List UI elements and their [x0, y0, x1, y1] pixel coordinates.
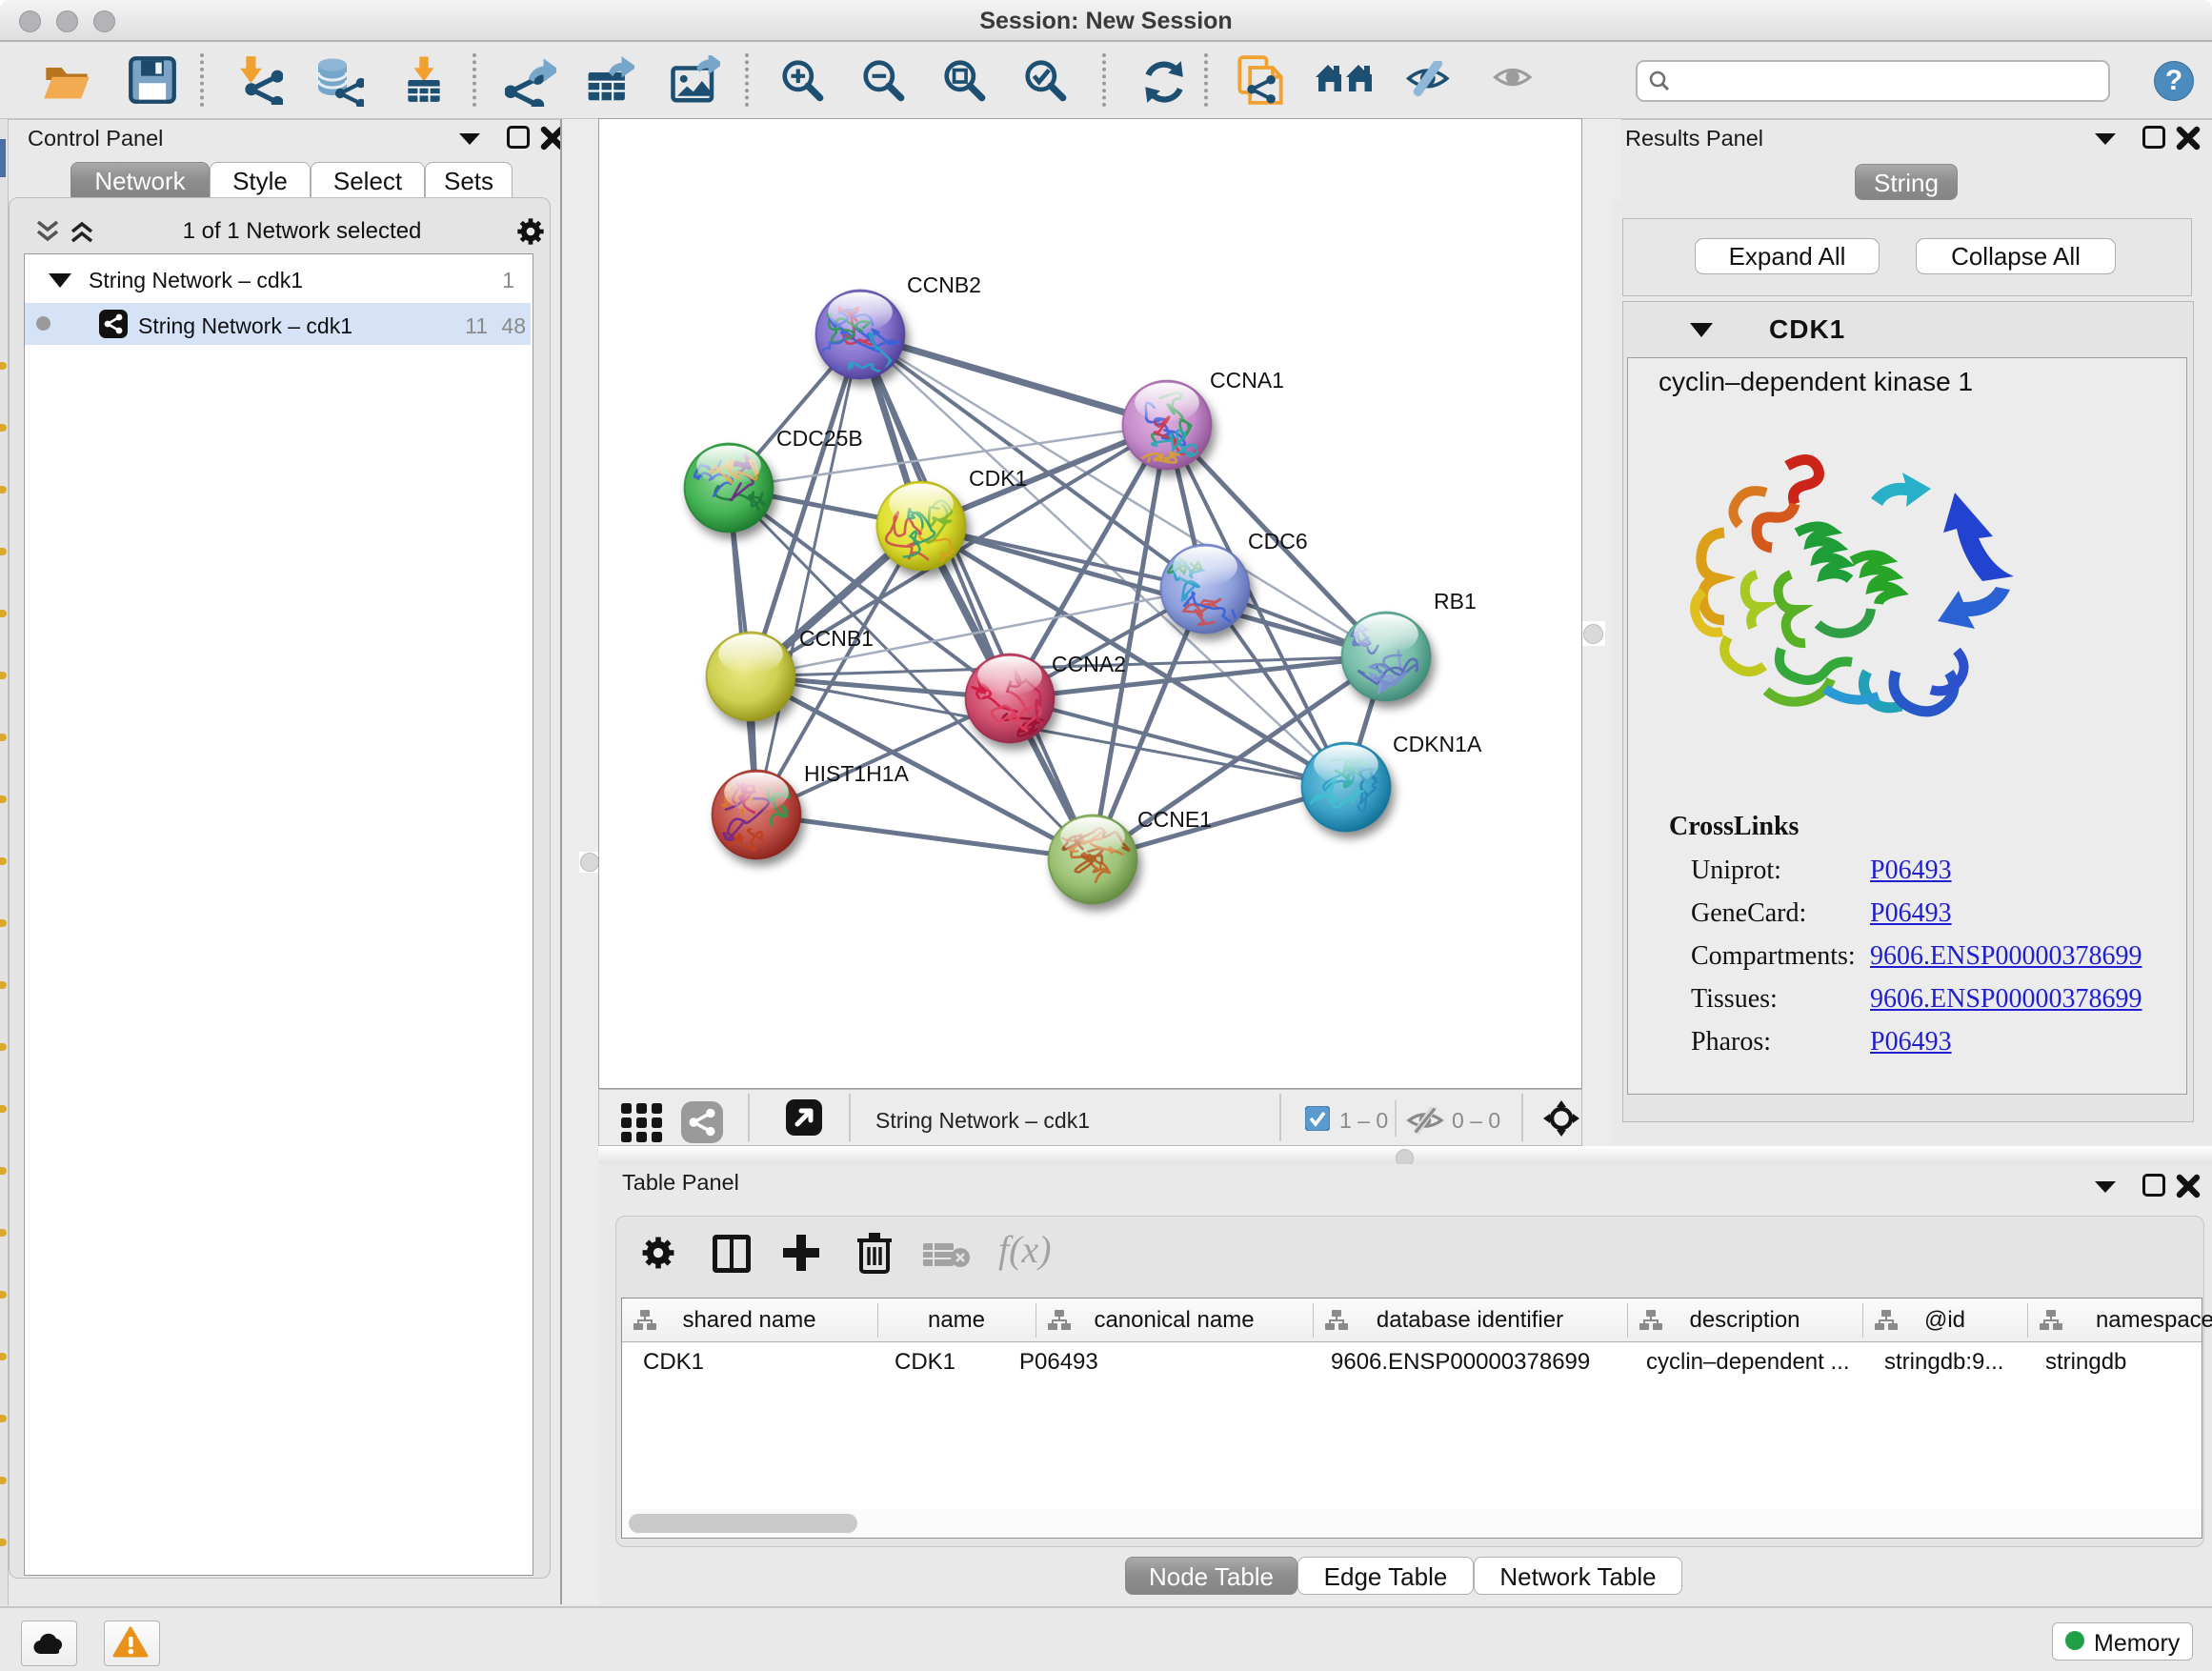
svg-text:CCNB2: CCNB2 — [907, 272, 981, 297]
svg-text:CCNA2: CCNA2 — [1052, 652, 1126, 676]
svg-text:CCNE1: CCNE1 — [1137, 807, 1212, 832]
svg-text:CDK1: CDK1 — [969, 466, 1027, 491]
svg-text:CCNA1: CCNA1 — [1210, 368, 1284, 393]
svg-text:CCNB1: CCNB1 — [799, 626, 874, 651]
svg-text:CDC6: CDC6 — [1248, 529, 1308, 554]
svg-text:RB1: RB1 — [1434, 589, 1477, 614]
svg-text:CDC25B: CDC25B — [776, 426, 863, 451]
svg-text:CDKN1A: CDKN1A — [1393, 732, 1482, 756]
svg-text:HIST1H1A: HIST1H1A — [804, 761, 910, 786]
